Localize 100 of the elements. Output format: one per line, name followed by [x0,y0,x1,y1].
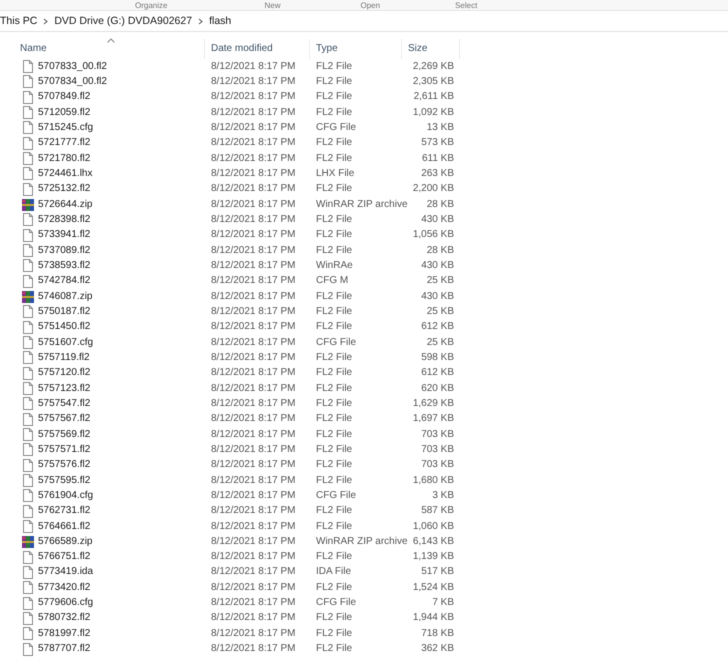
date-cell: 8/12/2021 8:17 PM [211,168,296,180]
column-header[interactable]: Type [310,39,402,59]
breadcrumb-item[interactable]: DVD Drive (G:) DVDA902627 [54,15,192,27]
file-name[interactable]: 5728398.fl2 [38,214,90,226]
type-cell: FL2 File [316,183,352,196]
date-cell: 8/12/2021 8:17 PM [211,444,296,456]
file-name[interactable]: 5773419.ida [38,566,94,578]
type-cell: FL2 File [316,152,352,165]
breadcrumb-item[interactable]: This PC [0,15,38,27]
file-name[interactable]: 5746087.zip [38,290,92,303]
file-name[interactable]: 5737089.fl2 [38,244,90,257]
type-cell: FL2 File [316,306,352,318]
file-icon [22,351,34,364]
type-cell: FL2 File [316,367,352,380]
date-cell: 8/12/2021 8:17 PM [211,612,296,624]
file-name[interactable]: 5773420.fl2 [38,582,90,594]
stacked-books-icon [22,198,34,212]
type-cell: LHX File [316,168,354,180]
column-header[interactable]: Name [0,39,205,59]
file-name[interactable]: 5757569.fl2 [38,428,90,441]
size-cell: 1,697 KB [412,413,454,426]
file-name[interactable]: 5726644.zip [38,198,92,211]
file-name[interactable]: 5779606.cfg [38,597,94,610]
file-name[interactable]: 5766589.zip [38,536,92,548]
file-name[interactable]: 5724461.lhx [38,168,92,180]
file-icon [22,596,34,610]
date-cell: 8/12/2021 8:17 PM [211,474,296,487]
type-cell: CFG File [316,490,356,502]
file-name[interactable]: 5733941.fl2 [38,229,90,242]
date-cell: 8/12/2021 8:17 PM [211,106,296,119]
date-cell: 8/12/2021 8:17 PM [211,413,296,426]
file-name[interactable]: 5707849.fl2 [38,91,90,104]
file-name[interactable]: 5757547.fl2 [38,398,90,410]
file-name[interactable]: 5780732.fl2 [38,612,90,624]
file-name[interactable]: 5721780.fl2 [38,152,90,165]
file-name[interactable]: 5757595.fl2 [38,474,90,487]
file-name[interactable]: 5738593.fl2 [38,260,90,272]
date-cell: 8/12/2021 8:17 PM [211,76,296,88]
size-cell: 718 KB [421,628,454,640]
file-name[interactable]: 5764661.fl2 [38,520,90,532]
type-cell: FL2 File [316,505,352,518]
size-cell: 1,680 KB [412,474,454,487]
type-cell: FL2 File [316,60,352,73]
size-cell: 1,056 KB [412,229,454,242]
file-icon [22,412,34,426]
date-cell: 8/12/2021 8:17 PM [211,582,296,594]
toolbar-button[interactable]: New [264,0,280,10]
file-name[interactable]: 5725132.fl2 [38,183,90,196]
file-name[interactable]: 5721777.fl2 [38,137,90,150]
toolbar-button[interactable]: Select [455,0,478,10]
file-name[interactable]: 5757120.fl2 [38,367,90,380]
file-name[interactable]: 5781997.fl2 [38,628,90,640]
column-header[interactable]: Date modified [205,39,310,59]
date-cell: 8/12/2021 8:17 PM [211,520,296,532]
file-name[interactable]: 5750187.fl2 [38,306,90,318]
type-cell: FL2 File [316,428,352,441]
file-icon [22,90,34,104]
size-cell: 430 KB [421,214,454,226]
size-cell: 598 KB [421,352,454,364]
type-cell: FL2 File [316,352,352,364]
date-cell: 8/12/2021 8:17 PM [211,536,296,548]
file-name[interactable]: 5742784.fl2 [38,275,90,288]
file-name[interactable]: 5761904.cfg [38,490,94,502]
file-name[interactable]: 5757123.fl2 [38,382,90,395]
file-name[interactable]: 5762731.fl2 [38,505,90,518]
file-name[interactable]: 5751450.fl2 [38,321,90,334]
size-cell: 2,269 KB [412,60,454,73]
file-icon [22,504,34,518]
file-name[interactable]: 5715245.cfg [38,122,94,134]
date-cell: 8/12/2021 8:17 PM [211,398,296,410]
file-name[interactable]: 5757567.fl2 [38,413,90,426]
type-cell: WinRAR ZIP archive [316,536,408,548]
type-cell: WinRAR ZIP archive [316,198,408,211]
stacked-books-icon [22,290,34,304]
file-name[interactable]: 5787707.fl2 [38,643,90,656]
file-icon [22,458,34,472]
file-icon [22,489,34,502]
date-cell: 8/12/2021 8:17 PM [211,643,296,656]
file-name[interactable]: 5707833_00.fl2 [38,60,107,73]
type-cell: FL2 File [316,612,352,624]
file-name[interactable]: 5757119.fl2 [38,352,90,364]
column-header[interactable]: Size [402,39,460,59]
toolbar-button[interactable]: Open [360,0,380,10]
type-cell: FL2 File [316,520,352,532]
file-icon [22,443,34,456]
type-cell: FL2 File [316,137,352,150]
file-name[interactable]: 5757571.fl2 [38,444,90,456]
type-cell: FL2 File [316,551,352,564]
file-name[interactable]: 5712059.fl2 [38,106,90,119]
file-icon [22,336,34,350]
file-name[interactable]: 5707834_00.fl2 [38,76,107,88]
type-cell: CFG File [316,122,356,134]
type-cell: FL2 File [316,229,352,242]
date-cell: 8/12/2021 8:17 PM [211,244,296,257]
file-icon [22,566,34,579]
file-name[interactable]: 5766751.fl2 [38,551,90,564]
toolbar-button[interactable]: Organize [135,0,168,10]
file-name[interactable]: 5757576.fl2 [38,459,90,472]
file-name[interactable]: 5751607.cfg [38,336,94,349]
breadcrumb-item[interactable]: flash [209,15,232,27]
